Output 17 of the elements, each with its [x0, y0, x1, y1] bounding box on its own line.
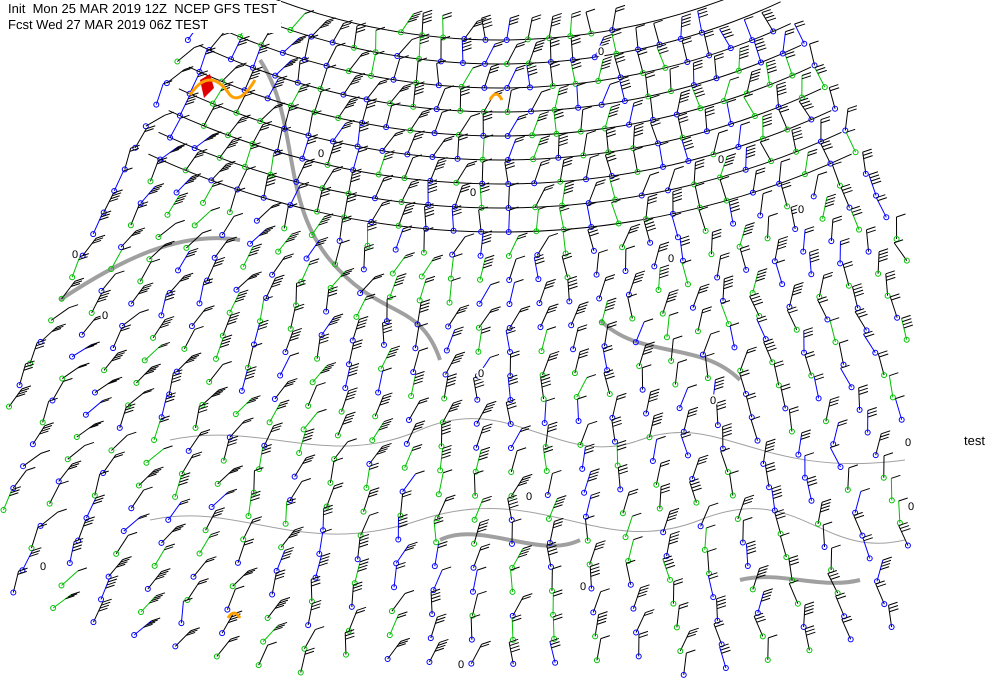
contour-label: 0: [72, 249, 78, 261]
contour-label: 0: [580, 581, 586, 593]
contour-label: 0: [598, 46, 604, 58]
forecast-time-label: Fcst Wed 27 MAR 2019 06Z TEST: [8, 17, 210, 33]
contour-label: 0: [318, 148, 324, 160]
init-time-label: Init Mon 25 MAR 2019 12Z NCEP GFS TEST: [8, 1, 278, 17]
side-label: test: [964, 433, 985, 448]
contour-label: 0: [470, 187, 476, 199]
contour-label: 0: [798, 204, 804, 216]
contour-label: 0: [905, 437, 912, 449]
contour-label: 0: [102, 310, 108, 322]
contour-label: 0: [718, 154, 724, 166]
contour-label: 0: [526, 491, 532, 503]
contour-label: 0: [908, 501, 914, 513]
contour-label: 0: [458, 659, 464, 671]
contour-label: 0: [40, 561, 46, 573]
contour-label: 0: [668, 253, 674, 265]
